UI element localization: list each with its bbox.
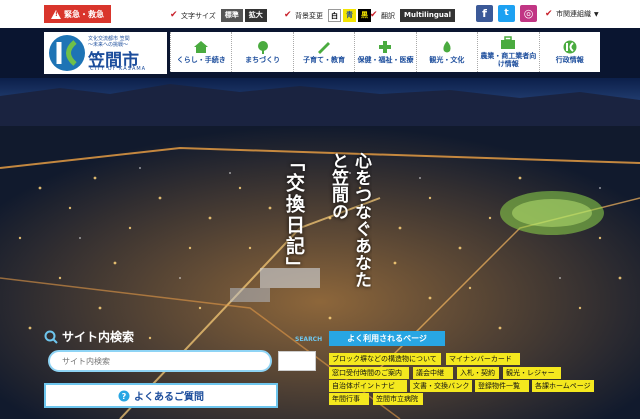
text-size-large-button[interactable]: 拡大: [244, 9, 267, 22]
pencil-icon: [318, 42, 331, 54]
nav-label: 観光・文化: [429, 56, 465, 64]
house-icon: [194, 41, 209, 53]
quicklink-item[interactable]: 文書・交換バンク: [410, 380, 472, 392]
slogan-bracket: 「交換日記」: [283, 152, 305, 278]
nav-label: 子育て・教育: [303, 56, 346, 64]
v-mark-icon: ✔: [370, 10, 378, 20]
nav-label: 農業・商工業者向け情報: [480, 52, 537, 68]
nav-label: 保健・福祉・医療: [357, 56, 414, 64]
global-nav: くらし・手続き まちづくり 子育て・教育 保健・福祉・医療 観光・文化 農業・商…: [170, 32, 600, 72]
v-mark-icon: ✔: [545, 8, 553, 19]
logo-k-icon: [49, 35, 85, 71]
nav-item-government[interactable]: 行政情報: [538, 32, 600, 72]
logo-city-name-en: CITY OF KASAMA: [90, 66, 147, 72]
related-orgs-label: 市関連組織: [556, 10, 591, 18]
nav-label: 行政情報: [555, 56, 584, 64]
bg-color-control: ✔ 背景変更 白 青 黒: [284, 9, 371, 22]
faq-button[interactable]: ? よくあるご質問: [44, 383, 278, 408]
search-section-title: サイト内検索: [44, 327, 234, 346]
chevron-down-icon: ▼: [594, 10, 599, 18]
tree-icon: [257, 41, 268, 54]
nav-label: くらし・手続き: [176, 56, 226, 64]
nav-item-living[interactable]: くらし・手続き: [170, 32, 231, 72]
nav-item-town[interactable]: まちづくり: [231, 32, 292, 72]
color-white-button[interactable]: 白: [328, 9, 341, 22]
quicklink-item[interactable]: 年間行事: [329, 393, 369, 405]
quicklink-item[interactable]: 自治体ポイントナビ: [329, 380, 407, 392]
svg-text:?: ?: [122, 392, 127, 401]
quicklink-item[interactable]: ブロック塀などの構造物について: [329, 353, 441, 365]
v-mark-icon: ✔: [284, 10, 292, 20]
quicklink-item[interactable]: 議会中継: [413, 367, 453, 379]
search-button-label: SEARCH: [295, 336, 323, 343]
quicklink-item[interactable]: 登録物件一覧: [475, 380, 529, 392]
v-mark-icon: ✔: [170, 10, 178, 20]
emergency-button[interactable]: 緊急・救急: [44, 5, 111, 23]
text-size-standard-button[interactable]: 標準: [220, 9, 243, 22]
search-title-text: サイト内検索: [62, 330, 135, 344]
nav-item-tourism[interactable]: 観光・文化: [415, 32, 477, 72]
hero-slogan: 「交換日記」 心をつなぐあなたと笠間の: [282, 152, 372, 302]
quicklink-item[interactable]: 各課ホームページ: [532, 380, 594, 392]
emergency-label: 緊急・救急: [64, 9, 104, 19]
quicklink-item[interactable]: 観光・レジャー: [503, 367, 561, 379]
nav-label: まちづくり: [245, 56, 281, 64]
briefcase-icon: [501, 36, 516, 49]
instagram-icon[interactable]: ◎: [520, 5, 537, 22]
color-yellow-button[interactable]: 青: [343, 9, 356, 22]
text-size-label: 文字サイズ: [181, 11, 216, 20]
search-button[interactable]: SEARCH: [278, 336, 322, 371]
twitter-icon[interactable]: t: [498, 5, 515, 22]
quicklink-item[interactable]: マイナンバーカード: [446, 353, 520, 365]
search-input[interactable]: [48, 350, 272, 372]
quicklink-item[interactable]: 笠間市立病院: [373, 393, 423, 405]
faq-label: よくあるご質問: [134, 392, 204, 403]
facebook-icon[interactable]: f: [476, 5, 493, 22]
warning-icon: [51, 9, 61, 19]
slogan-main: 心をつなぐあなたと笠間の: [328, 152, 371, 288]
search-icon: [44, 330, 58, 344]
nav-item-education[interactable]: 子育て・教育: [292, 32, 354, 72]
top-utility-bar: 緊急・救急 ✔ 文字サイズ 標準 拡大 ✔ 背景変更 白 青 黒 ✔ 翻訳 Mu…: [0, 0, 640, 28]
related-orgs-link[interactable]: ✔ 市関連組織 ▼: [545, 9, 599, 19]
translate-label: 翻訳: [381, 11, 395, 20]
city-logo[interactable]: 文化交流都市 笠間 ～未来への挑戦～ 笠間市 CITY OF KASAMA: [44, 32, 167, 74]
quicklinks-heading: よく利用されるページ: [329, 331, 445, 346]
logo-k-icon: [563, 40, 577, 54]
flame-icon: [443, 41, 451, 53]
nav-item-business[interactable]: 農業・商工業者向け情報: [477, 32, 538, 72]
bg-color-label: 背景変更: [295, 11, 323, 20]
medical-icon: [379, 41, 392, 53]
quicklink-item[interactable]: 入札・契約: [457, 367, 499, 379]
text-size-control: ✔ 文字サイズ 標準 拡大: [170, 9, 267, 22]
nav-item-welfare[interactable]: 保健・福祉・医療: [354, 32, 415, 72]
translate-control: ✔ 翻訳 Multilingual: [370, 9, 455, 22]
multilingual-button[interactable]: Multilingual: [400, 9, 455, 22]
question-icon: ?: [118, 390, 130, 401]
quicklink-item[interactable]: 窓口受付時間のご案内: [329, 367, 409, 379]
